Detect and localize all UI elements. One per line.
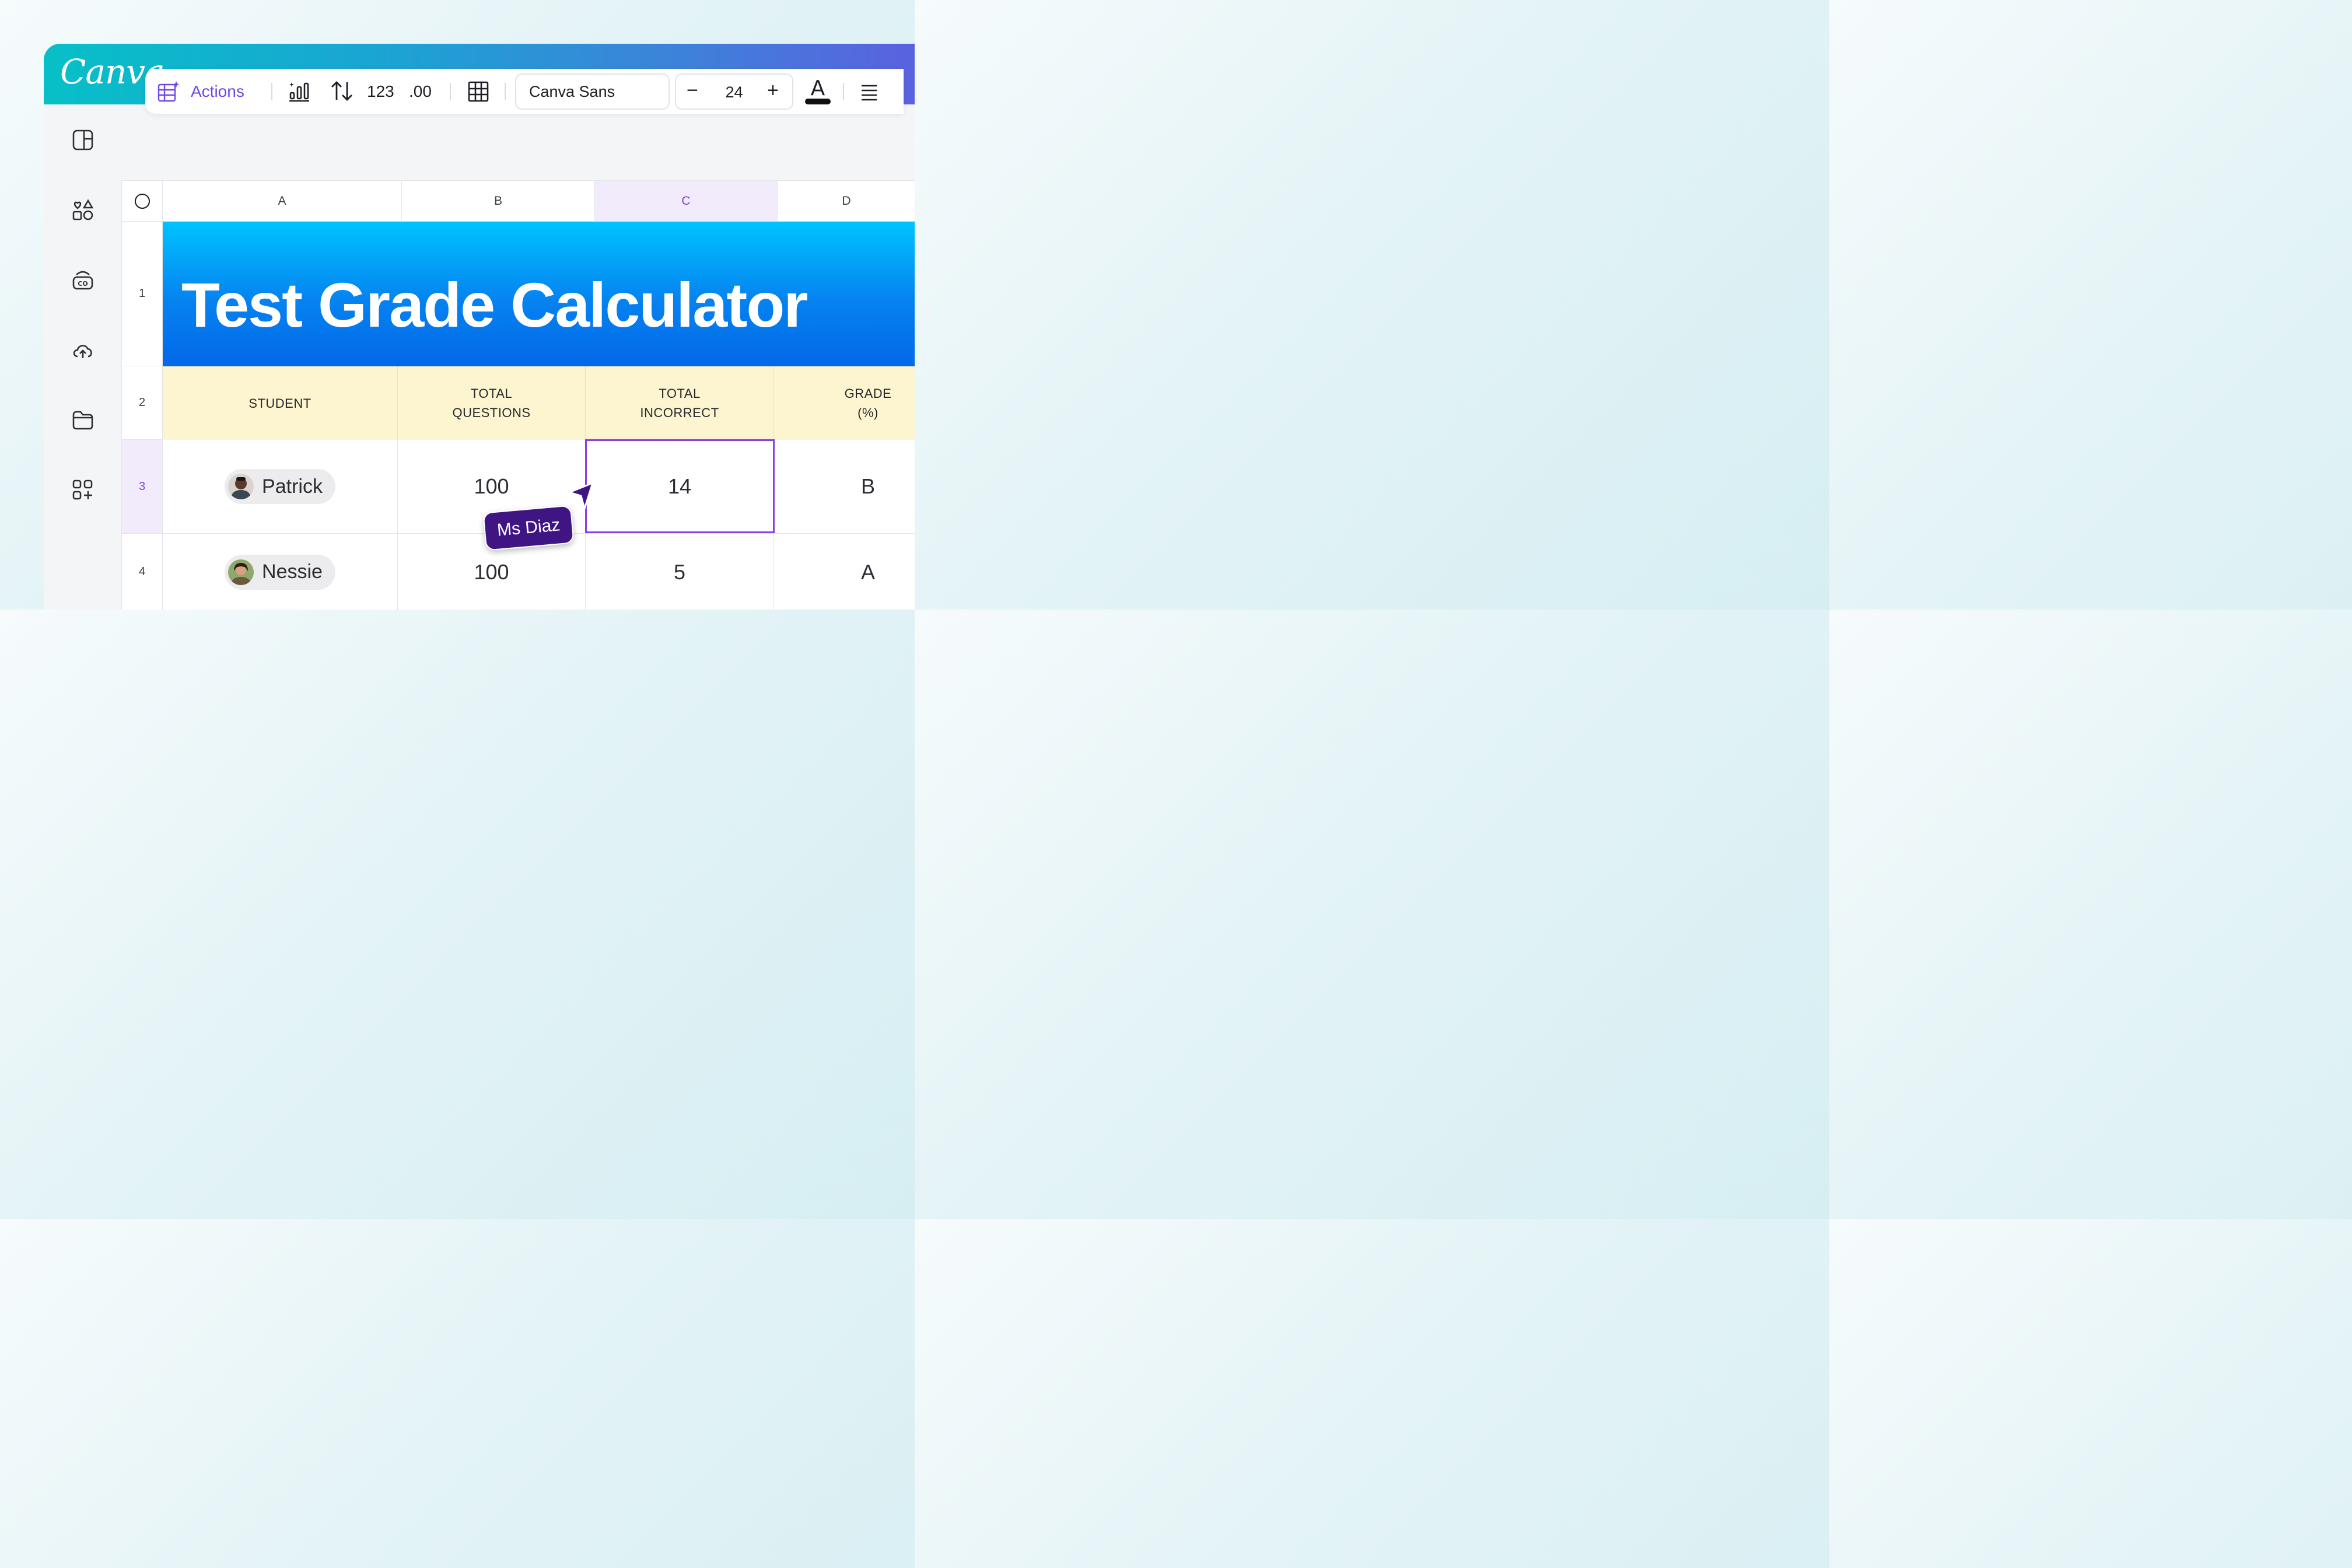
toolbar-divider [505, 83, 506, 100]
student-chip[interactable]: Nessie [225, 554, 335, 590]
grade-cell[interactable]: A [774, 534, 962, 610]
uploads-icon[interactable] [72, 339, 94, 361]
text-color-button[interactable]: A [803, 76, 832, 107]
header-row: STUDENT TOTAL QUESTIONS TOTAL INCORRECT … [163, 366, 915, 440]
toolbar-divider [271, 83, 272, 100]
student-name: Nessie [262, 561, 323, 583]
student-cell[interactable]: Patrick [163, 440, 398, 533]
select-all-icon [135, 194, 150, 209]
layout-icon[interactable] [72, 129, 94, 151]
total-incorrect-cell[interactable]: 14 [586, 440, 774, 533]
sparkle-table-icon [158, 81, 180, 102]
elements-icon[interactable] [72, 199, 94, 221]
row-header-3[interactable]: 3 [122, 440, 163, 534]
decimal-format-button[interactable]: .00 [409, 80, 432, 103]
header-cell-total-incorrect[interactable]: TOTAL INCORRECT [586, 366, 774, 440]
toolbar-divider [450, 83, 451, 100]
svg-text:CO: CO [78, 280, 88, 288]
brand-icon[interactable]: CO [72, 269, 94, 291]
sort-icon[interactable] [330, 79, 354, 103]
number-format-button[interactable]: 123 [367, 80, 394, 103]
header-cell-grade[interactable]: GRADE (%) [774, 366, 962, 440]
toolbar: Actions 123 .00 Canva Sans − 24 + A [145, 69, 904, 114]
avatar [228, 559, 254, 585]
increase-size-button[interactable]: + [767, 79, 779, 102]
column-header-b[interactable]: B [402, 181, 595, 222]
column-header-a[interactable]: A [163, 181, 402, 222]
row-header-4[interactable]: 4 [122, 534, 163, 610]
student-cell[interactable]: Nessie [163, 534, 398, 610]
header-cell-total-questions[interactable]: TOTAL QUESTIONS [398, 366, 586, 440]
grade-cell[interactable]: B [774, 440, 962, 533]
actions-button[interactable]: Actions [157, 79, 244, 104]
sheet-title: Test Grade Calculator [181, 270, 808, 340]
collaborator-cursor-icon [566, 482, 595, 511]
projects-icon[interactable] [72, 409, 94, 431]
student-chip[interactable]: Patrick [225, 469, 335, 504]
student-name: Patrick [262, 475, 323, 498]
total-incorrect-cell[interactable]: 5 [586, 534, 774, 610]
column-header-c[interactable]: C [595, 181, 778, 222]
collaborator-name-tag: Ms Diaz [482, 505, 575, 551]
toolbar-divider [843, 83, 844, 100]
apps-icon[interactable] [72, 479, 94, 501]
header-cell-student[interactable]: STUDENT [163, 366, 398, 440]
chart-icon[interactable] [288, 79, 311, 103]
row-header-2[interactable]: 2 [122, 366, 163, 440]
sidebar: CO [44, 104, 121, 610]
font-family-select[interactable]: Canva Sans [515, 74, 670, 110]
title-cell[interactable]: Test Grade Calculator [163, 222, 915, 366]
text-color-icon: A [805, 76, 831, 104]
actions-label: Actions [191, 82, 244, 100]
align-icon[interactable] [859, 82, 877, 102]
row-header-1[interactable]: 1 [122, 222, 163, 366]
select-all-corner[interactable] [122, 181, 163, 222]
svg-text:A: A [811, 76, 825, 100]
table-grid-icon[interactable] [467, 80, 489, 103]
column-header-d[interactable]: D [778, 181, 915, 222]
avatar [228, 474, 254, 499]
font-size-stepper: − 24 + [675, 74, 793, 110]
